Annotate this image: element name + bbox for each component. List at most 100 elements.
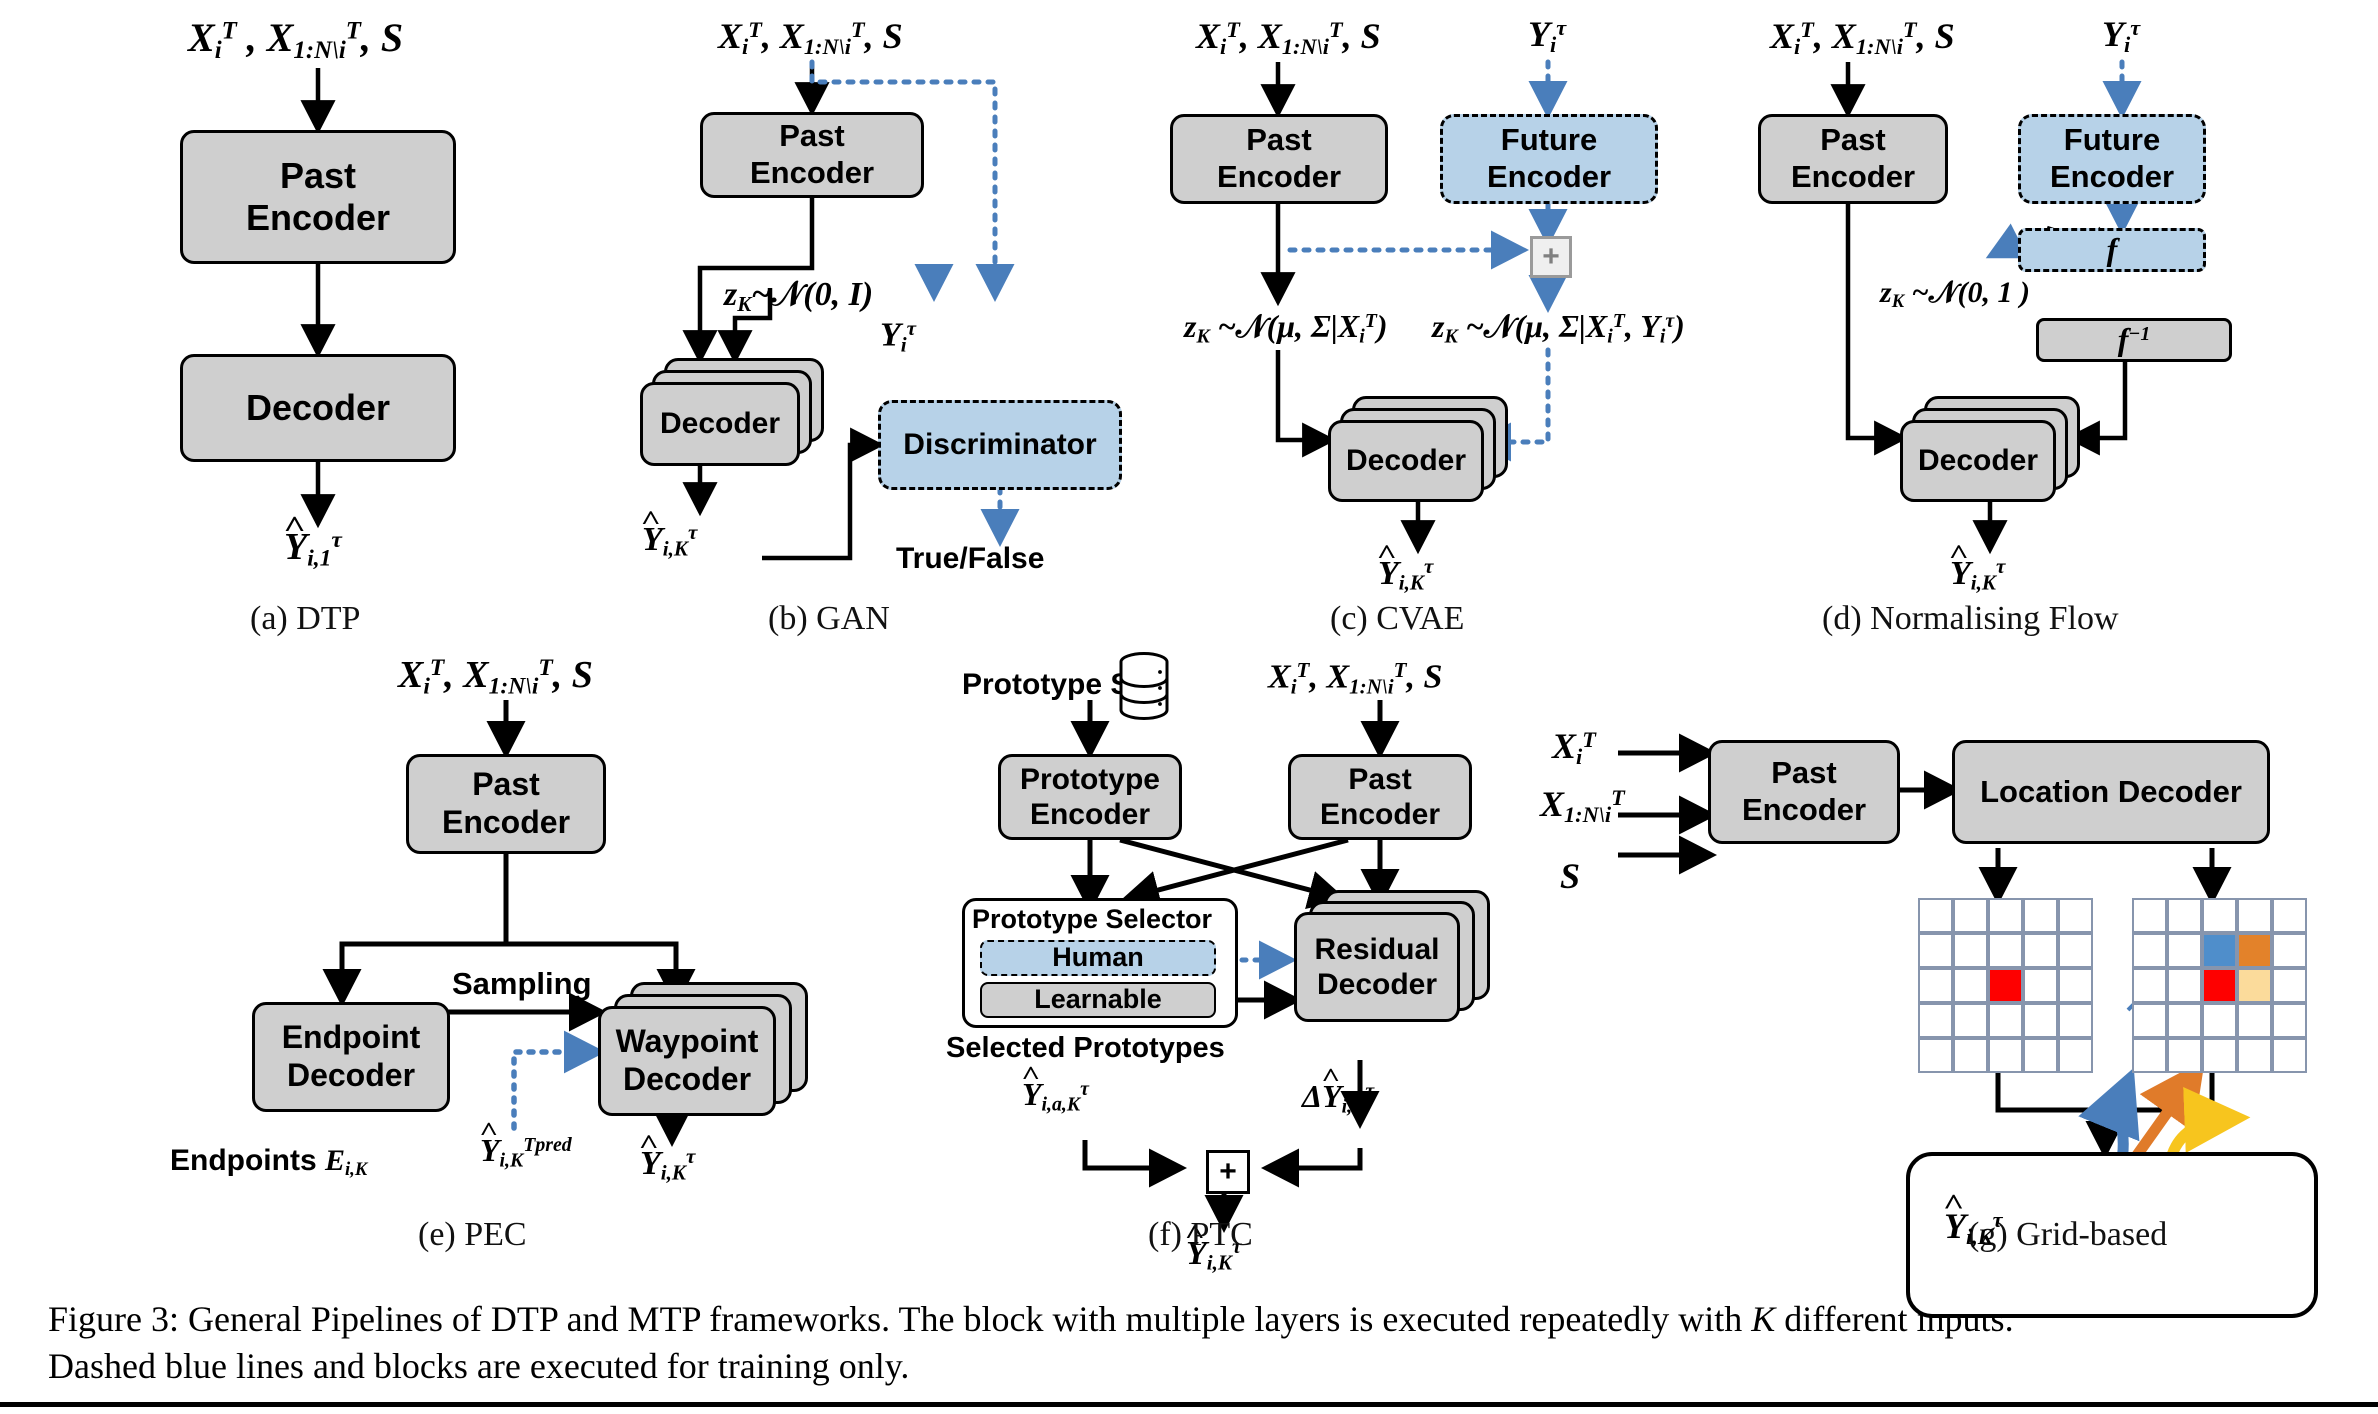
- grid-cell: [2272, 1038, 2307, 1073]
- grid-cell: [2167, 1003, 2202, 1038]
- figure-caption-k: K: [1751, 1299, 1776, 1339]
- grid-cell: [2023, 1003, 2058, 1038]
- panel-d-caption: (d) Normalising Flow: [1822, 600, 2119, 637]
- panel-c-caption: (c) CVAE: [1330, 600, 1465, 637]
- grid-cell: [2167, 1038, 2202, 1073]
- panel-f-prototype-encoder: Prototype Encoder: [998, 754, 1182, 840]
- panel-f-selector-option-learnable[interactable]: Learnable: [980, 982, 1216, 1018]
- grid-cell: [1953, 1038, 1988, 1073]
- panel-d-flow-forward: f: [2018, 228, 2206, 272]
- grid-cell-highlight-red: [1988, 968, 2023, 1003]
- panel-a-decoder: Decoder: [180, 354, 456, 462]
- panel-f-residual-decoder: Residual Decoder: [1294, 912, 1460, 1022]
- grid-cell: [2058, 968, 2093, 1003]
- panel-e-sampling-label: Sampling: [452, 966, 592, 1001]
- page-rule: [0, 1402, 2378, 1407]
- panel-b-gt-label: Yiτ: [880, 316, 916, 357]
- panel-b-caption: (b) GAN: [768, 600, 890, 637]
- grid-cell: [1918, 968, 1953, 1003]
- grid-cell: [1988, 898, 2023, 933]
- panel-d-future-encoder: Future Encoder: [2018, 114, 2206, 204]
- panel-d-decoder-stack: Decoder: [1900, 396, 2100, 526]
- panel-e-endpoint-decoder: Endpoint Decoder: [252, 1002, 450, 1112]
- panel-d-latent-label: zK ~𝒩(0, 1 ): [1880, 276, 2030, 313]
- panel-d-past-encoder: Past Encoder: [1758, 114, 1948, 204]
- panel-d-output-label: Yi,Kτ: [1950, 555, 2005, 594]
- panel-c-future-encoder: Future Encoder: [1440, 114, 1658, 204]
- panel-b-output-label: Yi,Kτ: [642, 521, 697, 560]
- panel-b-noise-label: zK~𝒩(0, I): [724, 276, 874, 316]
- grid-cell: [1918, 1038, 1953, 1073]
- grid-cell: [1988, 1003, 2023, 1038]
- grid-cell: [1918, 1003, 1953, 1038]
- panel-c-gt-label: Yiτ: [1528, 14, 1567, 58]
- grid-cell: [2132, 968, 2167, 1003]
- database-icon: [1119, 652, 1169, 720]
- panel-g-input-3: S: [1560, 856, 1581, 896]
- panel-g-past-encoder: Past Encoder: [1708, 740, 1900, 844]
- panel-a-input-label: XiT , X1:N\iT, S: [188, 15, 404, 64]
- panel-f-residual-decoder-stack: Residual Decoder: [1294, 890, 1514, 1060]
- grid-cell: [2272, 898, 2307, 933]
- panel-g-location-decoder: Location Decoder: [1952, 740, 2270, 844]
- grid-cell: [2272, 1003, 2307, 1038]
- grid-cell: [2058, 1003, 2093, 1038]
- grid-cell: [1953, 968, 1988, 1003]
- panel-d-gt-label: Yiτ: [2102, 14, 2141, 58]
- figure-3: XiT , X1:N\iT, S Past Encoder Decoder Yi…: [0, 0, 2378, 1414]
- panel-e-input-label: XiT, X1:N\iT, S: [398, 654, 593, 700]
- panel-a-past-encoder: Past Encoder: [180, 130, 456, 264]
- grid-cell: [2023, 968, 2058, 1003]
- figure-caption-prefix: Figure 3:: [48, 1299, 179, 1339]
- grid-cell: [1918, 933, 1953, 968]
- grid-cell: [1953, 933, 1988, 968]
- grid-cell-orange: [2237, 933, 2272, 968]
- grid-cell: [1953, 1003, 1988, 1038]
- figure-caption-line1a: General Pipelines of DTP and MTP framewo…: [179, 1299, 1752, 1339]
- grid-cell: [2202, 1003, 2237, 1038]
- panel-f-caption: (f) PTC: [1148, 1216, 1253, 1253]
- grid-cell: [1988, 933, 2023, 968]
- grid-cell: [1953, 898, 1988, 933]
- panel-c-output-label: Yi,Kτ: [1378, 555, 1433, 594]
- panel-d-flow-inverse: f−1: [2036, 318, 2232, 362]
- panel-f-input-label: XiT, X1:N\iT, S: [1268, 658, 1443, 699]
- panel-g-grid-right: [2132, 898, 2307, 1073]
- grid-cell: [2272, 933, 2307, 968]
- panel-f-selector-option-human[interactable]: Human: [980, 940, 1216, 976]
- grid-cell: [2023, 1038, 2058, 1073]
- panel-a-output-label: Yi,1τ: [284, 528, 342, 571]
- grid-cell: [2237, 1003, 2272, 1038]
- panel-b-true-false-label: True/False: [896, 542, 1045, 575]
- grid-cell: [2058, 1038, 2093, 1073]
- panel-d-decoder: Decoder: [1900, 420, 2056, 502]
- grid-cell: [2023, 898, 2058, 933]
- grid-cell: [2237, 1038, 2272, 1073]
- panel-e-waypoint-decoder: Waypoint Decoder: [598, 1006, 776, 1116]
- panel-c-past-encoder: Past Encoder: [1170, 114, 1388, 204]
- panel-c-input-label: XiT, X1:N\iT, S: [1196, 16, 1381, 60]
- grid-cell: [2132, 898, 2167, 933]
- panel-f-selected-prototypes-symbol: Yi,a,Kτ: [1022, 1078, 1089, 1115]
- grid-cell-red: [2202, 968, 2237, 1003]
- panel-g-grid-left: [1918, 898, 2093, 1073]
- panel-d-input-label: XiT, X1:N\iT, S: [1770, 16, 1955, 60]
- grid-cell: [2272, 968, 2307, 1003]
- panel-g-output-label: Yi,Kτ: [1944, 1208, 2003, 1249]
- grid-cell: [2167, 933, 2202, 968]
- panel-f-past-encoder: Past Encoder: [1288, 754, 1472, 840]
- grid-cell: [2058, 898, 2093, 933]
- panel-e-endpoints-label: Endpoints Ei,K: [170, 1144, 368, 1181]
- panel-e-past-encoder: Past Encoder: [406, 754, 606, 854]
- grid-cell: [2132, 1038, 2167, 1073]
- panel-f-merge-plus: +: [1206, 1150, 1250, 1194]
- panel-g-input-1: XiT: [1552, 726, 1596, 770]
- panel-c-merge-plus: +: [1530, 236, 1572, 278]
- panel-f-residual-symbol: ΔYi,Kτ: [1302, 1080, 1374, 1117]
- grid-cell: [2167, 968, 2202, 1003]
- panel-b-decoder: Decoder: [640, 382, 800, 466]
- grid-cell: [2023, 933, 2058, 968]
- grid-cell: [2202, 1038, 2237, 1073]
- panel-b-discriminator: Discriminator: [878, 400, 1122, 490]
- grid-cell: [1918, 898, 1953, 933]
